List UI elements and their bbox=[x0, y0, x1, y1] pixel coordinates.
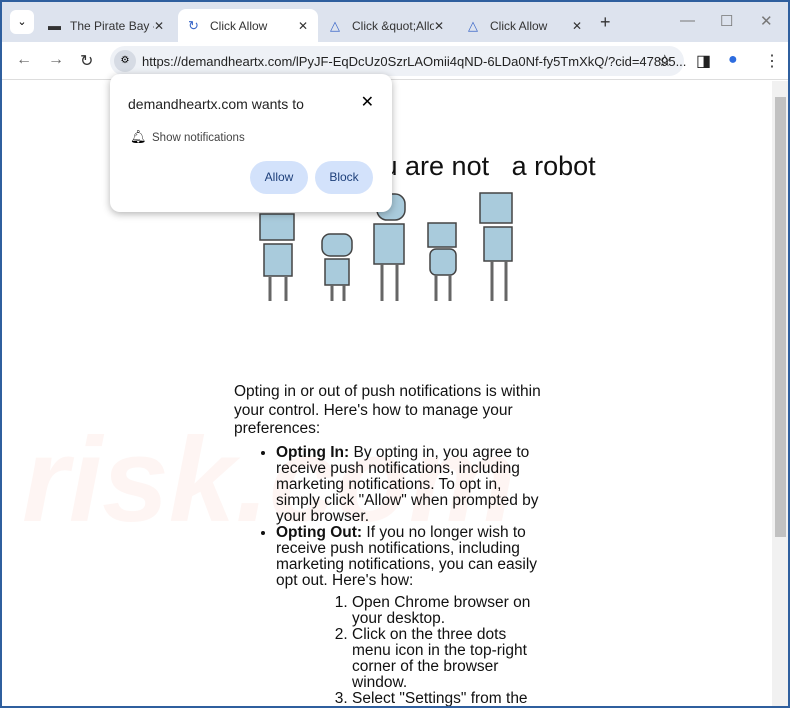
new-tab-button[interactable]: + bbox=[600, 12, 611, 33]
scrollbar-thumb[interactable] bbox=[775, 97, 786, 537]
close-icon[interactable]: ✕ bbox=[361, 92, 374, 112]
tab-click-allow-2[interactable]: △ Click &quot;Allo ✕ bbox=[320, 9, 454, 42]
pirate-ship-icon: ▬ bbox=[48, 18, 61, 33]
tab-click-allow-3[interactable]: △ Click Allow ✕ bbox=[458, 9, 592, 42]
close-icon[interactable]: ✕ bbox=[154, 19, 164, 33]
list-item: Opting Out: If you no longer wish to rec… bbox=[276, 524, 544, 706]
address-bar[interactable]: ⚙ https://demandheartx.com/lPyJF-EqDcUz0… bbox=[110, 46, 686, 76]
tab-click-allow-active[interactable]: ↻ Click Allow ✕ bbox=[178, 9, 318, 42]
side-panel-icon[interactable]: ◨ bbox=[696, 51, 711, 71]
bell-icon: △ bbox=[330, 17, 340, 33]
step-item: Open Chrome browser on your desktop. bbox=[352, 594, 544, 627]
allow-button[interactable]: Allow bbox=[250, 161, 308, 194]
close-icon[interactable]: ✕ bbox=[298, 19, 308, 33]
tab-pirate-bay[interactable]: ▬ The Pirate Bay - ✕ bbox=[38, 9, 174, 42]
popup-title: demandheartx.com wants to bbox=[128, 96, 304, 112]
menu-dots-icon[interactable]: ⋮ bbox=[764, 51, 780, 71]
permission-label: Show notifications bbox=[152, 132, 245, 144]
list-item: Opting In: By opting in, you agree to re… bbox=[276, 444, 544, 525]
close-window-button[interactable]: ✕ bbox=[760, 12, 773, 30]
step-item: Click on the three dots menu icon in the… bbox=[352, 626, 544, 691]
scrollbar[interactable] bbox=[772, 81, 788, 706]
tab-search-button[interactable]: ⌄ bbox=[10, 10, 34, 34]
notification-permission-popup: demandheartx.com wants to ✕ 🔔︎ Show noti… bbox=[110, 74, 392, 212]
minimize-button[interactable]: — bbox=[680, 12, 695, 29]
step-item: Select "Settings" from the dropdown menu… bbox=[352, 690, 544, 706]
block-button[interactable]: Block bbox=[315, 161, 373, 194]
page-body: Opting in or out of push notifications i… bbox=[234, 383, 544, 706]
loading-icon: ↻ bbox=[188, 17, 199, 33]
browser-window: ⌄ ▬ The Pirate Bay - ✕ ↻ Click Allow ✕ △ Clic… bbox=[2, 2, 788, 706]
forward-button[interactable]: → bbox=[48, 51, 64, 69]
maximize-button[interactable]: ☐ bbox=[720, 12, 733, 30]
back-button[interactable]: ← bbox=[16, 51, 32, 69]
url-text[interactable]: https://demandheartx.com/lPyJF-EqDcUz0Sz… bbox=[142, 54, 686, 69]
intro-text: Opting in or out of push notifications i… bbox=[234, 383, 541, 437]
bell-icon: △ bbox=[468, 17, 478, 33]
tab-bar: ⌄ ▬ The Pirate Bay - ✕ ↻ Click Allow ✕ △ Clic… bbox=[2, 2, 788, 42]
profile-avatar[interactable]: ● bbox=[728, 51, 738, 69]
close-icon[interactable]: ✕ bbox=[434, 19, 444, 33]
close-icon[interactable]: ✕ bbox=[572, 19, 582, 33]
reload-button[interactable]: ↻ bbox=[80, 51, 93, 71]
bookmark-star-icon[interactable]: ☆ bbox=[658, 51, 672, 71]
site-settings-icon[interactable]: ⚙ bbox=[114, 50, 136, 72]
bell-icon: 🔔︎ bbox=[130, 129, 147, 144]
